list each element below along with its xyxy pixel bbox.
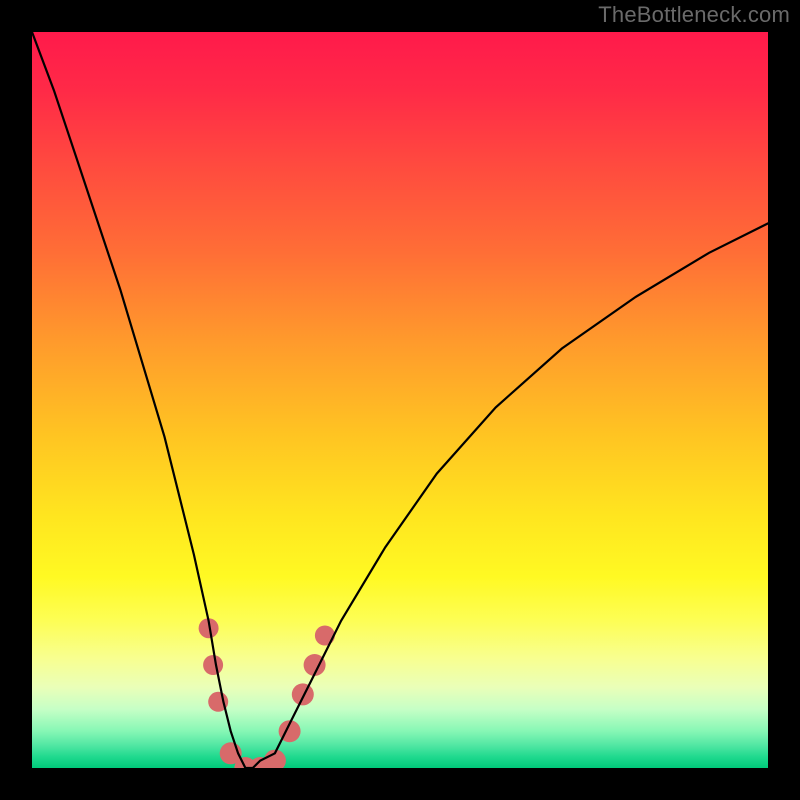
chart-svg [32,32,768,768]
marker-right-cluster-4 [315,626,335,646]
markers-layer [199,618,335,768]
marker-right-cluster-2 [292,683,314,705]
watermark-text: TheBottleneck.com [598,2,790,28]
plot-area [32,32,768,768]
marker-left-cluster-2 [203,655,223,675]
bottleneck-curve [32,32,768,768]
chart-frame: TheBottleneck.com [0,0,800,800]
